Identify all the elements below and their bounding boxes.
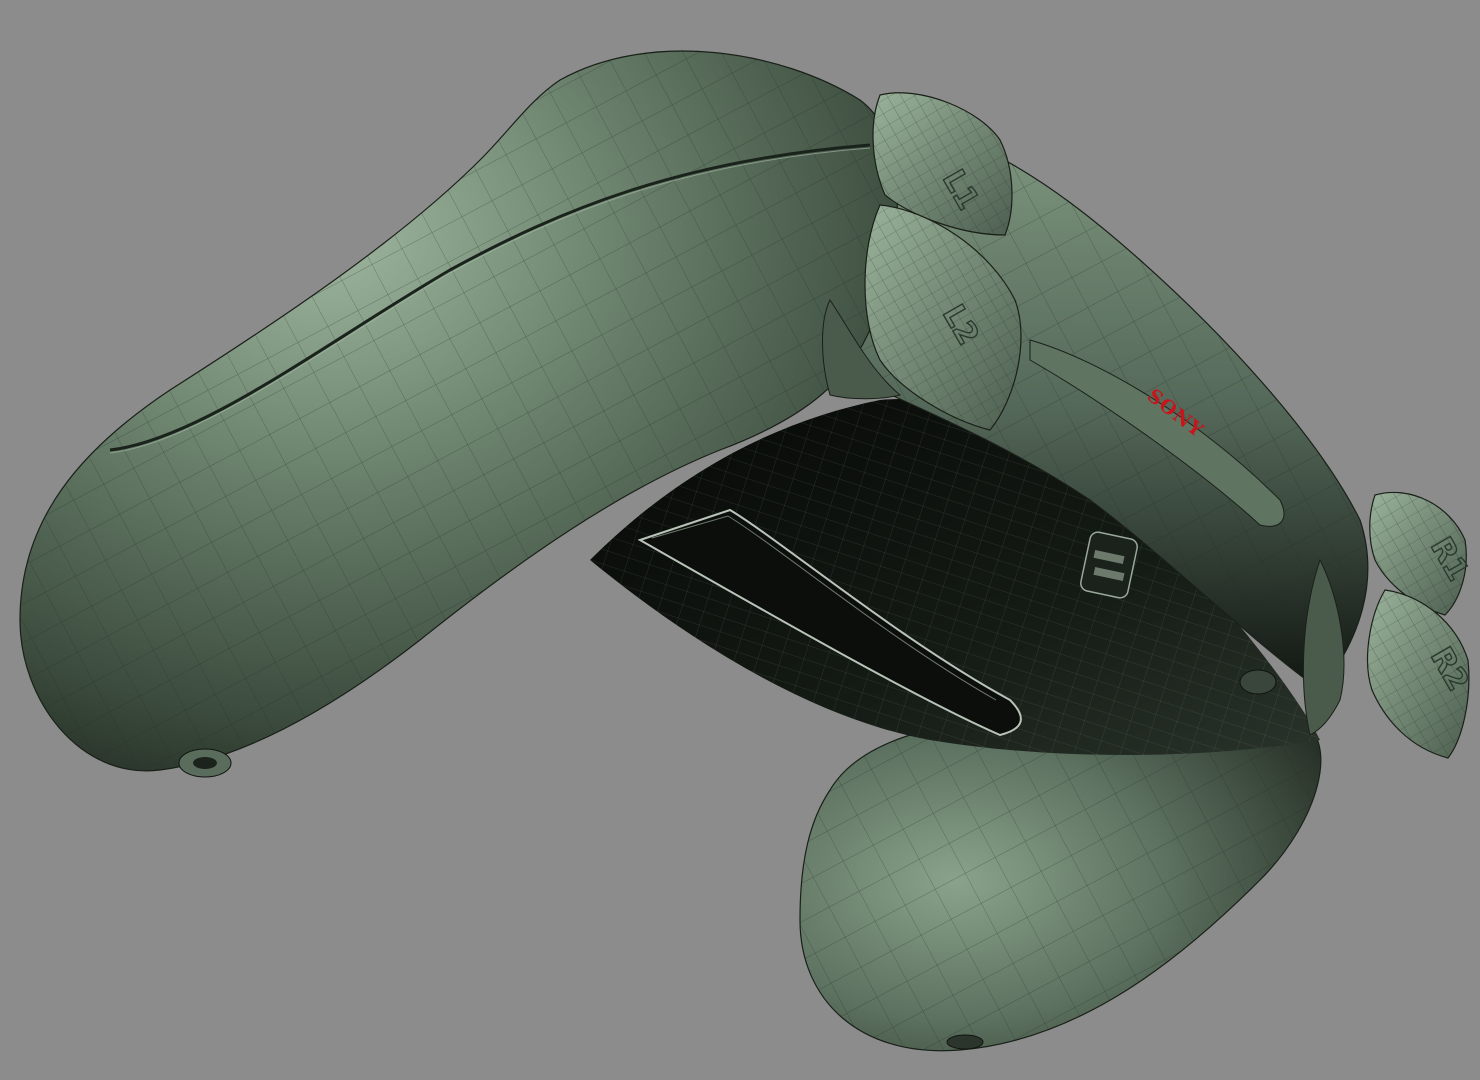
controller-model-render: L1 L2 SONY R1 R2 (19, 50, 1476, 1052)
3d-viewport[interactable]: L1 L2 SONY R1 R2 (0, 0, 1480, 1080)
body-screw (1239, 669, 1277, 695)
right-grip-screw (946, 1034, 984, 1050)
right-grip (799, 710, 1322, 1052)
